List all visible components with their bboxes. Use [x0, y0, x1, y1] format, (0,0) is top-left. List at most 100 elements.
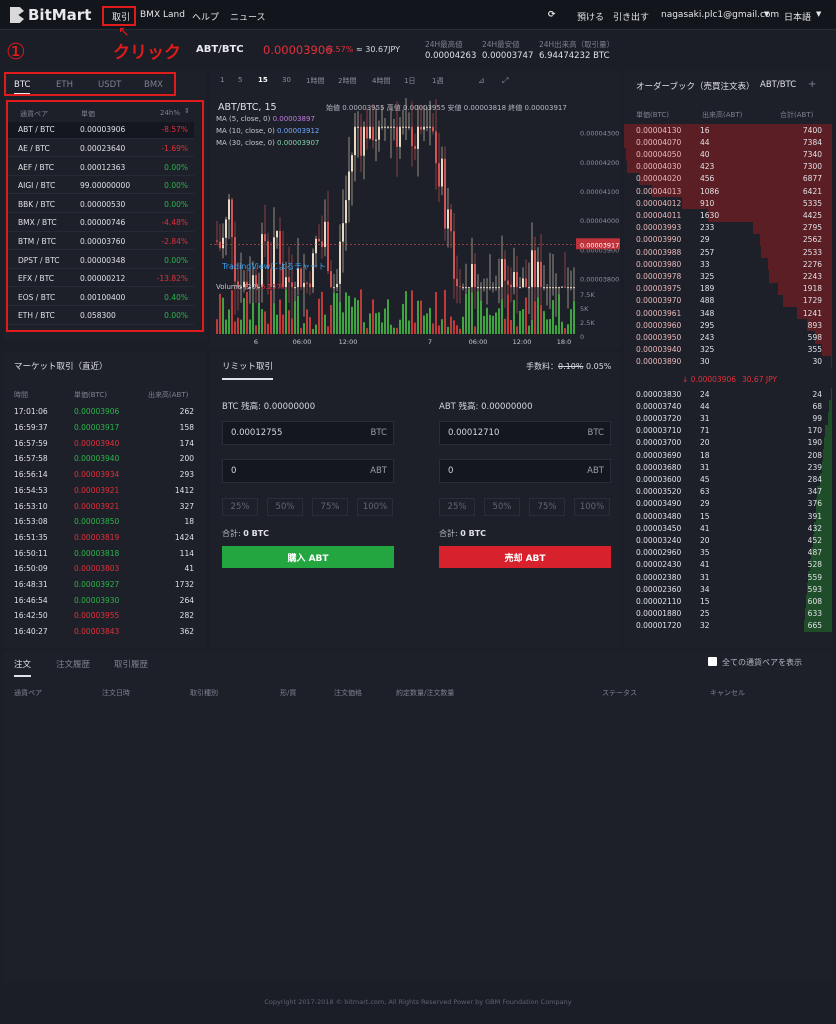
ask-row[interactable]: 0.00004130 16 7400 [624, 124, 832, 137]
buy-amount-input[interactable]: 0 ABT [222, 459, 394, 483]
bid-row[interactable]: 0.00003450 41 432 [624, 522, 832, 535]
interval-7[interactable]: 1日 [404, 76, 415, 86]
bitmart-logo[interactable]: BitMart [10, 6, 91, 24]
ask-row[interactable]: 0.00003978 325 2243 [624, 270, 832, 283]
bid-row[interactable]: 0.00003740 44 68 [624, 400, 832, 413]
bid-row[interactable]: 0.00003680 31 239 [624, 461, 832, 474]
interval-1[interactable]: 5 [238, 76, 242, 84]
sell-amount-input[interactable]: 0 ABT [439, 459, 611, 483]
bid-row[interactable]: 0.00003490 29 376 [624, 497, 832, 510]
tab-order-history[interactable]: 注文履歴 [56, 658, 90, 670]
sell-pct-75[interactable]: 75% [529, 498, 565, 516]
add-icon[interactable]: + [808, 79, 816, 90]
interval-4[interactable]: 1時間 [306, 76, 324, 86]
bid-row[interactable]: 0.00003690 18 208 [624, 449, 832, 462]
tradingview-link[interactable]: TradingViewによるチャート [222, 261, 326, 272]
trade-qty: 1412 [174, 485, 194, 495]
sell-pct-50[interactable]: 50% [484, 498, 520, 516]
buy-pct-100[interactable]: 100% [357, 498, 393, 516]
ask-row[interactable]: 0.00003990 29 2562 [624, 233, 832, 246]
ask-row[interactable]: 0.00004012 910 5335 [624, 197, 832, 210]
bid-row[interactable]: 0.00003600 45 284 [624, 473, 832, 486]
bid-row[interactable]: 0.00003720 31 99 [624, 412, 832, 425]
account-email[interactable]: nagasaki.plc1@gmail.com [661, 10, 779, 20]
candle-body [378, 126, 380, 140]
limit-tab[interactable]: リミット取引 [222, 360, 274, 380]
ask-row[interactable]: 0.00004011 1630 4425 [624, 209, 832, 222]
chevron-down-icon[interactable]: ▼ [816, 10, 821, 18]
ask-row[interactable]: 0.00003988 257 2533 [624, 246, 832, 259]
ask-row[interactable]: 0.00003993 233 2795 [624, 221, 832, 234]
candle-body [219, 241, 221, 249]
sell-button[interactable]: 売却 ABT [439, 546, 611, 568]
ob-total: 528 [807, 560, 822, 570]
bid-row[interactable]: 0.00003480 15 391 [624, 510, 832, 523]
ask-row[interactable]: 0.00003980 33 2276 [624, 258, 832, 271]
interval-6[interactable]: 4時間 [372, 76, 390, 86]
bid-row[interactable]: 0.00002380 31 559 [624, 571, 832, 584]
fullscreen-icon[interactable]: ⤢ [502, 76, 508, 86]
sell-price-input[interactable]: 0.00012710 BTC [439, 421, 611, 445]
ask-row[interactable]: 0.00003961 348 1241 [624, 307, 832, 320]
interval-2[interactable]: 15 [258, 76, 268, 84]
candle-body [375, 139, 377, 141]
ask-row[interactable]: 0.00003940 325 355 [624, 343, 832, 356]
buy-price-input[interactable]: 0.00012755 BTC [222, 421, 394, 445]
buy-pct-75[interactable]: 75% [312, 498, 348, 516]
ask-row[interactable]: 0.00003975 189 1918 [624, 282, 832, 295]
volume-bar [432, 323, 434, 334]
candle-body [540, 261, 542, 288]
bid-row[interactable]: 0.00001880 25 633 [624, 607, 832, 620]
bid-row[interactable]: 0.00003830 24 24 [624, 388, 832, 401]
bid-row[interactable]: 0.00001720 32 665 [624, 619, 832, 632]
ask-row[interactable]: 0.00004070 44 7384 [624, 136, 832, 149]
buy-button[interactable]: 購入 ABT [222, 546, 394, 568]
volume-bar [330, 304, 332, 334]
refresh-icon[interactable]: ⟳ [548, 10, 556, 20]
volume-bar [225, 319, 227, 334]
x-tick: 12:00 [513, 338, 532, 346]
ask-row[interactable]: 0.00003960 295 893 [624, 319, 832, 332]
candle-body [390, 126, 392, 128]
sell-pct-25[interactable]: 25% [439, 498, 475, 516]
ask-row[interactable]: 0.00003970 488 1729 [624, 294, 832, 307]
ask-row[interactable]: 0.00004013 1086 6421 [624, 185, 832, 198]
bid-row[interactable]: 0.00002960 35 487 [624, 546, 832, 559]
ask-row[interactable]: 0.00003890 30 30 [624, 355, 832, 368]
bid-row[interactable]: 0.00002430 41 528 [624, 558, 832, 571]
interval-3[interactable]: 30 [282, 76, 291, 84]
deposit-link[interactable]: 預ける [577, 10, 604, 23]
bid-row[interactable]: 0.00002110 15 608 [624, 595, 832, 608]
chevron-down-icon[interactable]: ▼ [764, 10, 769, 18]
withdraw-link[interactable]: 引き出す [613, 10, 649, 23]
ask-row[interactable]: 0.00003950 243 598 [624, 331, 832, 344]
candle-body [330, 271, 332, 288]
nav-news[interactable]: ニュース [230, 10, 266, 23]
volume-bar [282, 314, 284, 334]
nav-help[interactable]: ヘルプ [192, 10, 219, 23]
bid-row[interactable]: 0.00003710 71 170 [624, 424, 832, 437]
buy-pct-25[interactable]: 25% [222, 498, 258, 516]
bid-row[interactable]: 0.00003240 20 452 [624, 534, 832, 547]
show-all-checkbox[interactable] [708, 657, 717, 666]
ask-row[interactable]: 0.00004050 40 7340 [624, 148, 832, 161]
bid-row[interactable]: 0.00003520 63 347 [624, 485, 832, 498]
bid-row[interactable]: 0.00002360 34 593 [624, 583, 832, 596]
language-select[interactable]: 日本語 [784, 10, 811, 23]
volume-bar [261, 309, 263, 334]
interval-5[interactable]: 2時間 [338, 76, 356, 86]
interval-8[interactable]: 1週 [432, 76, 443, 86]
x-tick: 7 [428, 338, 432, 346]
sell-pct-100[interactable]: 100% [574, 498, 610, 516]
bid-row[interactable]: 0.00003700 20 190 [624, 436, 832, 449]
ob-price: 0.00004011 [636, 210, 682, 220]
candlestick-chart[interactable]: 0.00004300 0.00004200 0.00004100 0.00004000… [210, 98, 620, 348]
tab-trade-history[interactable]: 取引履歴 [114, 658, 148, 670]
buy-pct-50[interactable]: 50% [267, 498, 303, 516]
nav-bmx-land[interactable]: BMX Land [140, 10, 185, 20]
tab-orders[interactable]: 注文 [14, 658, 32, 677]
indicator-icon[interactable]: ⊿ [478, 76, 485, 85]
ask-row[interactable]: 0.00004020 456 6877 [624, 172, 832, 185]
ask-row[interactable]: 0.00004030 423 7300 [624, 160, 832, 173]
interval-0[interactable]: 1 [220, 76, 224, 84]
